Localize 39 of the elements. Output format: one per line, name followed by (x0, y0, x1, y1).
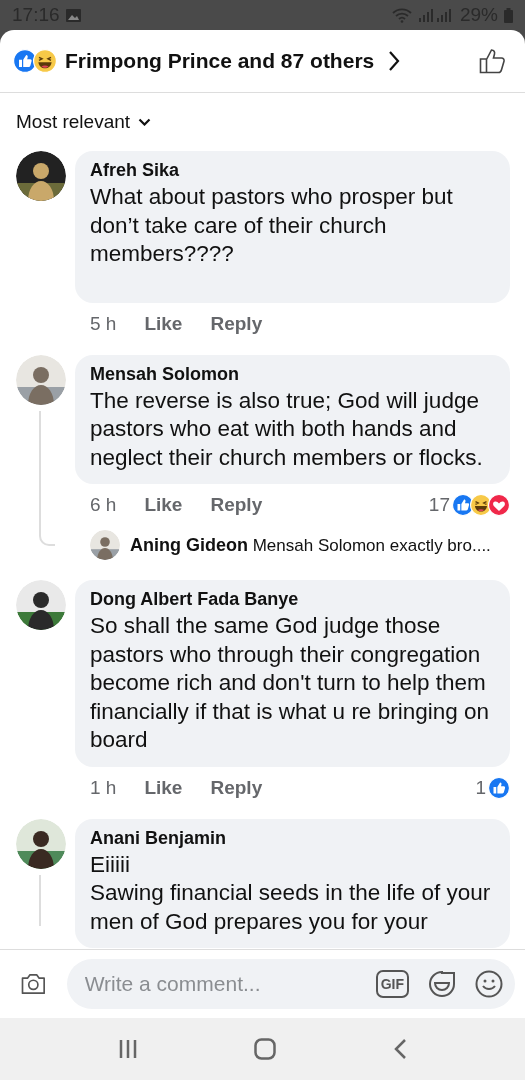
comment-field[interactable]: Write a comment... GIF (66, 959, 515, 1009)
like-reaction-icon (488, 776, 510, 799)
comment-text: The reverse is also true; God will judge pastors who eat with both hands and neglect their church members or flocks. (90, 386, 484, 472)
reaction-count: 1 (475, 776, 486, 799)
commenter-name[interactable]: Afreh Sika (90, 160, 500, 181)
comment-text: What about pastors who prosper but don’t take care of their church members???? (90, 183, 454, 268)
reply-link[interactable]: Reply (210, 312, 263, 335)
commenter-name[interactable]: Dong Albert Fada Banye (90, 589, 500, 610)
commenter-name[interactable]: Anani Benjamin (90, 827, 500, 849)
comment-text: Eiiiii Sawing financial seeds in the life of your men of God prepares you for your (90, 850, 492, 936)
sticker-icon[interactable] (427, 969, 457, 999)
recent-apps-icon[interactable] (118, 1039, 139, 1059)
battery-icon (504, 7, 513, 23)
comment-time: 6 h (90, 494, 117, 516)
gif-button[interactable]: GIF (375, 970, 409, 998)
sort-dropdown[interactable]: Most relevant (16, 111, 152, 133)
reply-link[interactable]: Reply (210, 494, 263, 516)
chevron-right-icon[interactable] (388, 50, 401, 72)
like-link[interactable]: Like (144, 312, 183, 335)
comment-time: 5 h (90, 312, 117, 335)
chevron-down-icon (138, 118, 152, 126)
image-notification-icon (65, 8, 81, 22)
thumbs-up-icon[interactable] (479, 48, 507, 74)
back-icon[interactable] (392, 1038, 407, 1060)
reply-preview[interactable]: Aning Gideon Mensah Solomon exactly bro.... (130, 534, 491, 556)
heart-reaction-icon (488, 494, 510, 516)
like-link[interactable]: Like (144, 494, 183, 516)
commenter-name[interactable]: Mensah Solomon (90, 363, 500, 385)
reply-link[interactable]: Reply (210, 776, 263, 799)
laughing-reaction-icon (33, 49, 57, 73)
comment-text: So shall the same God judge those pastors who through their congregation become rich and don't turn to help them financially if that is what u re bringing on board (90, 612, 490, 754)
like-link[interactable]: Like (144, 776, 183, 799)
emoji-icon[interactable] (475, 970, 503, 998)
signal-icon (417, 8, 452, 22)
reactions-summary-link[interactable]: Frimpong Prince and 87 others (65, 49, 375, 73)
home-icon[interactable] (254, 1038, 277, 1060)
wifi-icon (391, 7, 412, 23)
reaction-count: 17 (428, 494, 450, 516)
comment-time: 1 h (90, 776, 117, 799)
